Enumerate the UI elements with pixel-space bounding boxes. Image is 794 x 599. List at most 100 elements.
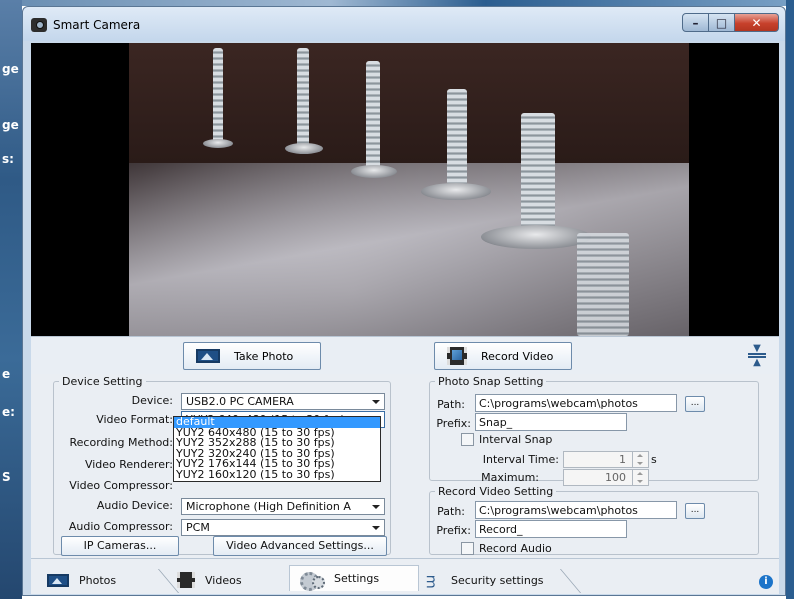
photo-path-label: Path: (437, 398, 465, 411)
spinner-arrows-icon[interactable] (632, 470, 648, 485)
desktop-text-fragment: e (2, 367, 11, 381)
minimize-button[interactable]: – (682, 13, 709, 32)
photo-snap-legend: Photo Snap Setting (438, 375, 544, 388)
video-format-label: Video Format: (96, 413, 173, 426)
window-controls: – □ ✕ (682, 13, 779, 33)
photo-path-browse-button[interactable]: ... (685, 396, 705, 412)
bottom-tab-bar: Photos Videos Settings ᴟ Security settin… (31, 558, 779, 594)
tab-settings-label: Settings (334, 572, 380, 585)
record-video-label: Record Video (481, 349, 554, 363)
feed-bolt (521, 113, 555, 235)
interval-snap-checkbox[interactable] (461, 433, 474, 446)
title-bar[interactable]: Smart Camera – □ ✕ (23, 7, 785, 41)
capture-toolbar: Take Photo Record Video ▼ ▲ (31, 336, 779, 374)
photo-prefix-input[interactable]: Snap_ (475, 413, 627, 431)
record-audio-checkbox[interactable] (461, 542, 474, 555)
record-path-browse-button[interactable]: ... (685, 503, 705, 519)
record-audio-label: Record Audio (479, 542, 552, 555)
info-icon[interactable]: i (759, 575, 773, 589)
gears-icon (300, 570, 325, 591)
interval-snap-label: Interval Snap (479, 433, 553, 446)
tab-settings[interactable]: Settings (289, 565, 419, 591)
audio-device-select[interactable]: Microphone (High Definition A (181, 498, 385, 515)
maximize-button[interactable]: □ (709, 13, 735, 32)
tab-photos-label: Photos (79, 573, 117, 587)
interval-unit-label: s (651, 453, 657, 466)
feed-bolt (577, 233, 629, 336)
video-preview (31, 43, 779, 336)
feed-bolt (447, 89, 467, 189)
feed-bolt (366, 61, 380, 169)
device-setting-legend: Device Setting (62, 375, 143, 388)
feed-bolt-head (351, 165, 397, 178)
video-format-option[interactable]: YUY2 160x120 (15 to 30 fps) (174, 469, 380, 481)
antenna-icon: ᴟ (426, 572, 436, 588)
interval-time-label: Interval Time: (482, 453, 559, 466)
video-compressor-label: Video Compressor: (69, 479, 173, 492)
audio-compressor-select-value: PCM (186, 521, 210, 534)
feed-bolt (213, 48, 223, 143)
close-button[interactable]: ✕ (735, 13, 779, 32)
record-path-label: Path: (437, 505, 465, 518)
arrow-down-glyph: ▼ (753, 343, 761, 354)
feed-bolt-head (203, 139, 233, 148)
video-advanced-settings-button[interactable]: Video Advanced Settings... (213, 536, 387, 556)
ip-cameras-button[interactable]: IP Cameras... (61, 536, 179, 556)
picture-icon (47, 573, 69, 587)
tab-security-label: Security settings (451, 573, 544, 587)
tab-videos[interactable]: Videos (167, 567, 297, 593)
record-video-legend: Record Video Setting (438, 485, 554, 498)
audio-compressor-label: Audio Compressor: (68, 520, 173, 533)
picture-icon (196, 349, 220, 363)
chevron-down-icon (372, 505, 380, 509)
chevron-down-icon (372, 526, 380, 530)
record-prefix-label: Prefix: (436, 524, 471, 537)
settings-panel: Device Setting Photo Snap Setting Record… (31, 374, 779, 558)
camera-app-icon (31, 18, 47, 32)
interval-time-value: 1 (619, 453, 626, 466)
spinner-arrows-icon[interactable] (632, 452, 648, 467)
audio-compressor-select[interactable]: PCM (181, 519, 385, 536)
window-title: Smart Camera (53, 18, 141, 32)
desktop-background-left: ge ge s: e e: S (0, 0, 22, 599)
chevron-down-icon (372, 400, 380, 404)
tab-videos-label: Videos (205, 573, 242, 587)
desktop-text-fragment: e: (2, 405, 15, 419)
feed-bolt-head (481, 225, 591, 249)
device-label: Device: (131, 394, 173, 407)
record-prefix-input[interactable]: Record_ (475, 520, 627, 538)
maximum-value: 100 (605, 471, 626, 484)
tab-photos[interactable]: Photos (37, 567, 157, 593)
audio-device-label: Audio Device: (96, 499, 173, 512)
photo-prefix-label: Prefix: (436, 417, 471, 430)
video-renderer-label: Video Renderer: (84, 458, 173, 471)
maximum-stepper[interactable]: 100 (563, 469, 649, 486)
interval-time-stepper[interactable]: 1 (563, 451, 649, 468)
close-icon: ✕ (751, 15, 762, 30)
smart-camera-window: Smart Camera – □ ✕ Take Photo Record Vid… (22, 6, 786, 596)
photo-path-input[interactable]: C:\programs\webcam\photos (475, 394, 677, 412)
device-select-value: USB2.0 PC CAMERA (186, 395, 294, 408)
take-photo-label: Take Photo (234, 349, 294, 363)
film-icon (447, 347, 467, 365)
desktop-background-right (786, 0, 794, 599)
video-format-dropdown-list: default YUY2 640x480 (15 to 30 fps) YUY2… (173, 416, 381, 482)
collapse-panel-icon[interactable]: ▼ ▲ (747, 343, 767, 368)
audio-device-select-value: Microphone (High Definition A (186, 500, 351, 513)
desktop-text-fragment: ge (2, 118, 19, 132)
record-path-input[interactable]: C:\programs\webcam\photos (475, 501, 677, 519)
feed-bolt (297, 48, 309, 148)
camera-feed-image (129, 43, 689, 336)
take-photo-button[interactable]: Take Photo (183, 342, 321, 370)
feed-bolt-head (285, 143, 323, 154)
record-video-button[interactable]: Record Video (434, 342, 572, 370)
desktop-text-fragment: S (2, 470, 11, 484)
film-icon (177, 572, 195, 588)
desktop-text-fragment: ge (2, 62, 19, 76)
device-select[interactable]: USB2.0 PC CAMERA (181, 393, 385, 410)
maximize-icon: □ (715, 15, 728, 30)
feed-bolt-head (421, 183, 491, 200)
recording-method-label: Recording Method: (69, 436, 173, 449)
arrow-up-glyph: ▲ (753, 357, 761, 368)
maximum-label: Maximum: (481, 471, 539, 484)
